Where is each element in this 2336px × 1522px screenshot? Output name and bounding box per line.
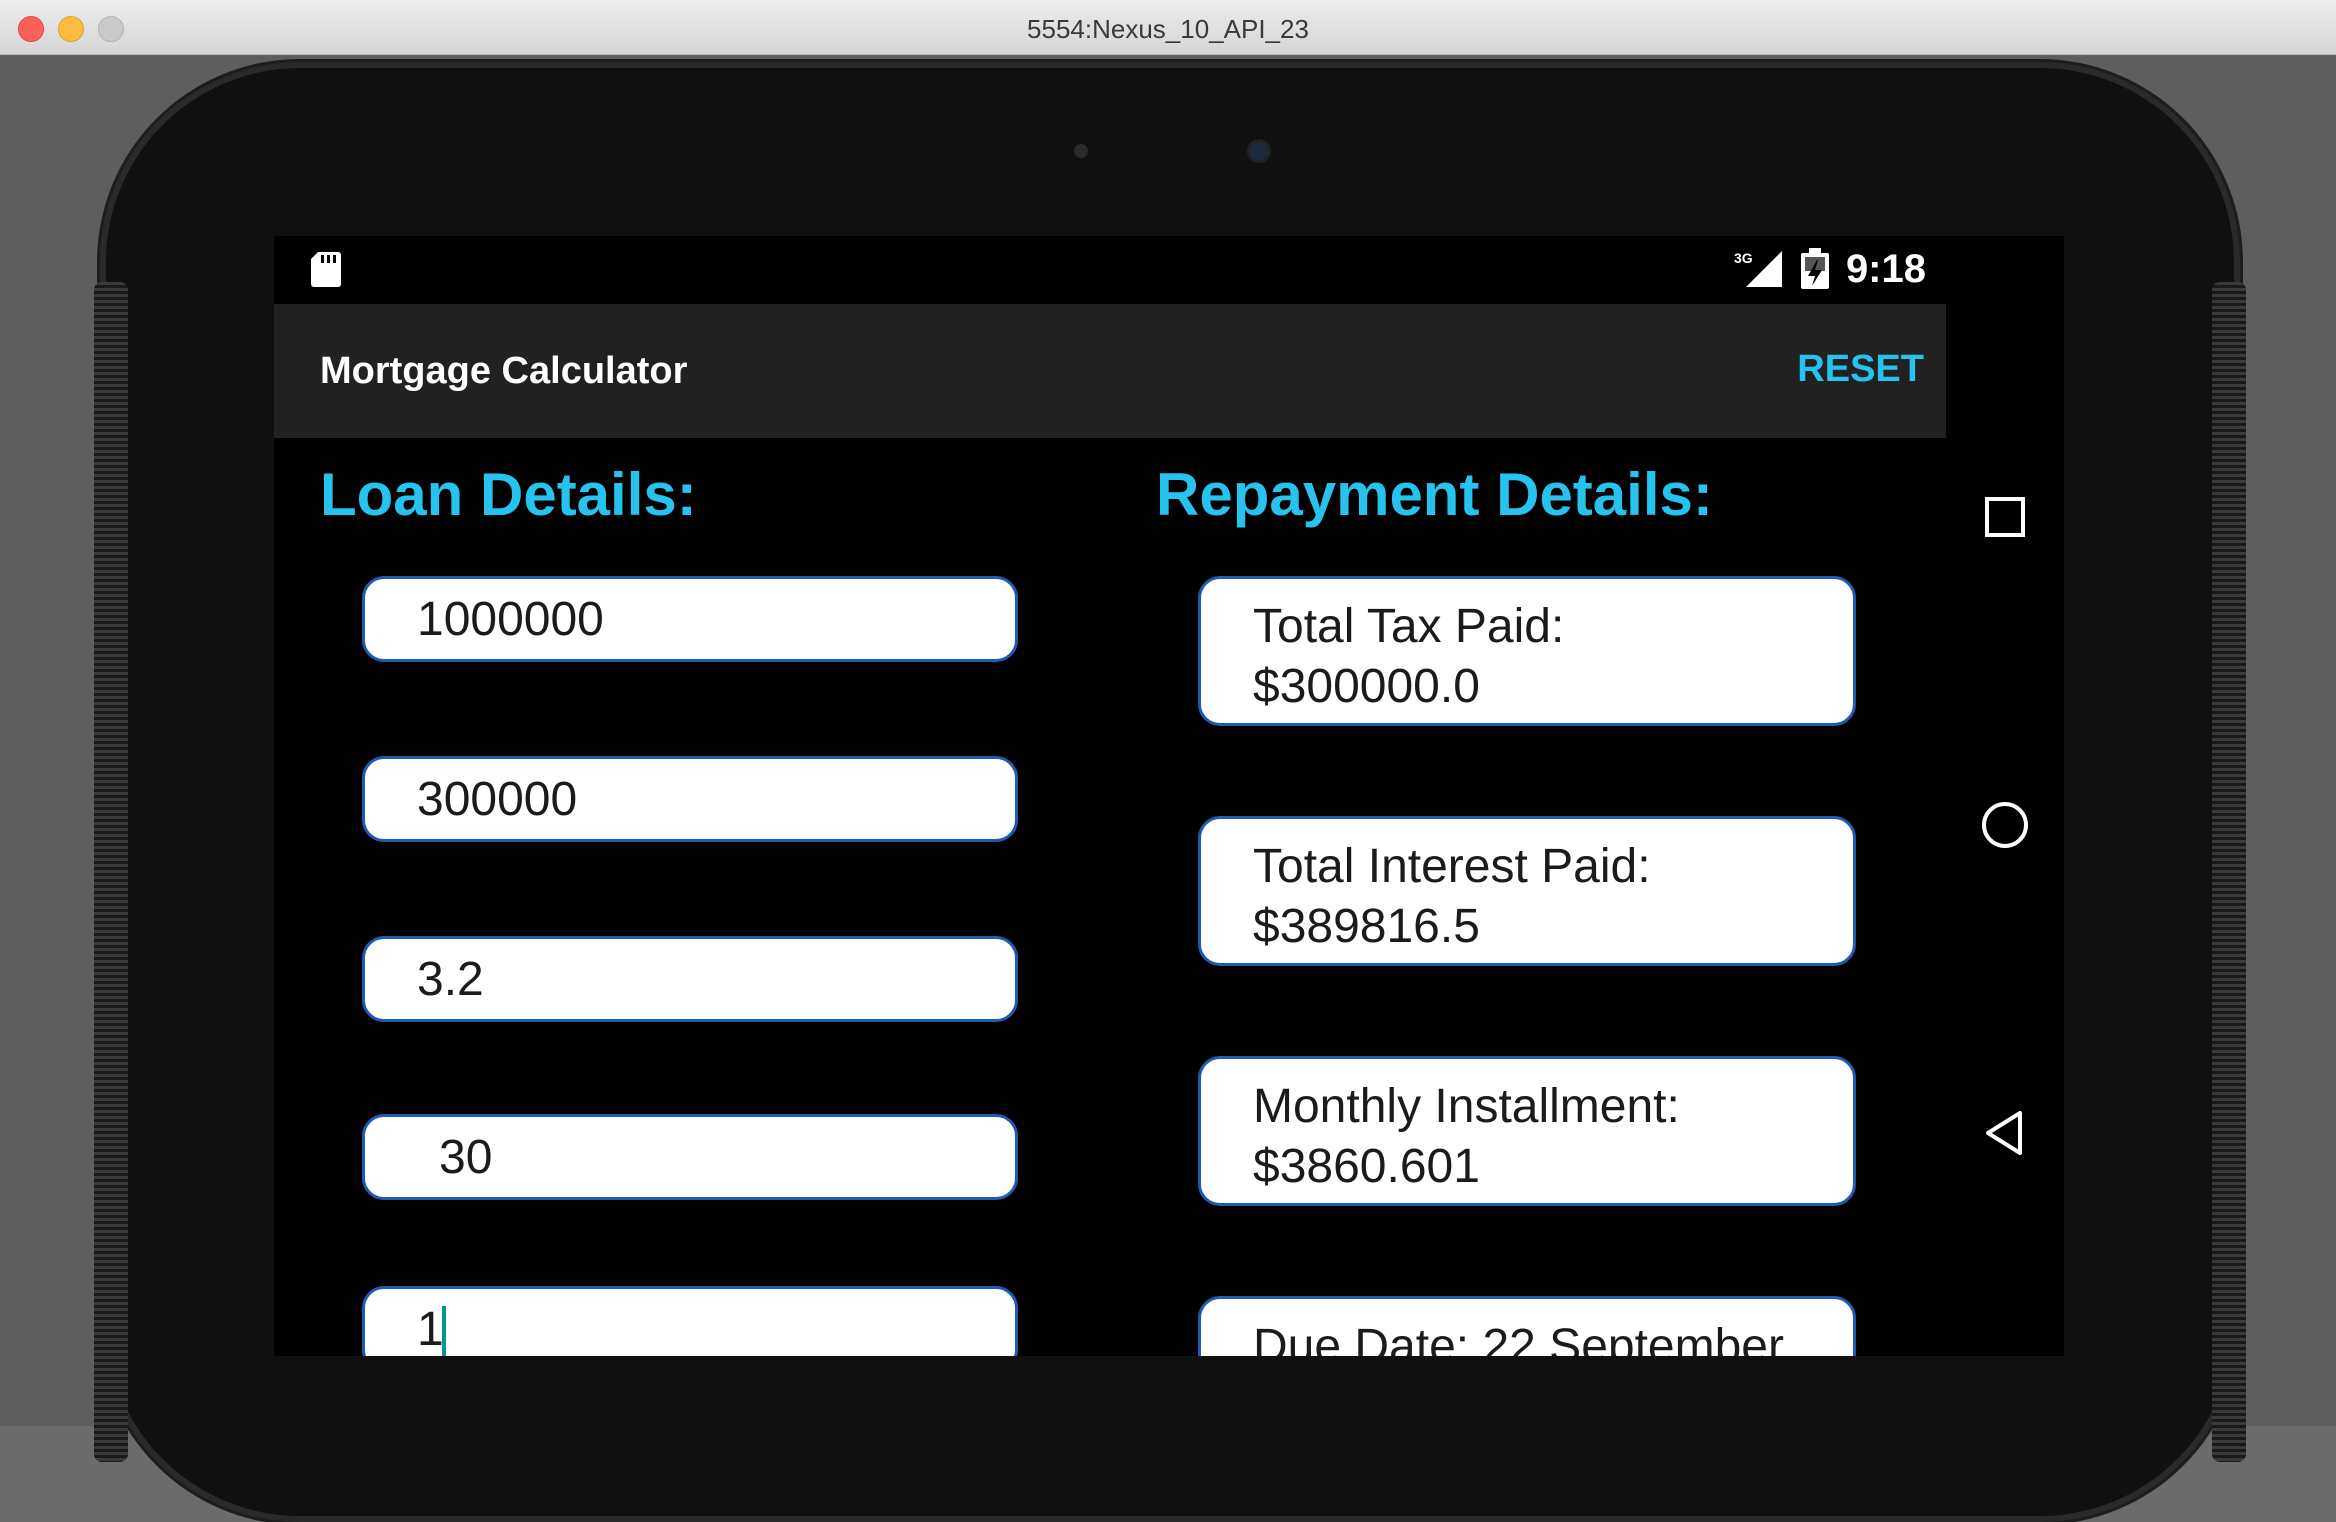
result-value: $300000.0 bbox=[1253, 660, 1480, 713]
status-icons: 3G 9:18 bbox=[1734, 246, 1926, 292]
text-cursor bbox=[442, 1306, 446, 1356]
monthly-installment-result: Monthly Installment: $3860.601 bbox=[1198, 1056, 1856, 1206]
loan-term-input[interactable] bbox=[362, 1114, 1018, 1200]
recents-button[interactable] bbox=[1980, 492, 2030, 542]
front-camera bbox=[1250, 142, 1268, 160]
loan-details-heading: Loan Details: bbox=[320, 461, 697, 528]
interest-rate-input[interactable] bbox=[362, 936, 1018, 1022]
home-circle-icon bbox=[1982, 802, 2028, 848]
app-action-bar: Mortgage Calculator RESET bbox=[274, 304, 1946, 438]
light-sensor bbox=[1074, 144, 1088, 158]
total-tax-result: Total Tax Paid: $300000.0 bbox=[1198, 576, 1856, 726]
sd-card-icon bbox=[311, 252, 341, 287]
result-label: Total Interest Paid: bbox=[1253, 840, 1651, 893]
reset-button[interactable]: RESET bbox=[1797, 348, 1924, 391]
battery-charging-icon bbox=[1800, 248, 1829, 289]
repayment-details-heading: Repayment Details: bbox=[1156, 461, 1713, 528]
result-label: Monthly Installment: bbox=[1253, 1080, 1680, 1133]
start-month-input[interactable] bbox=[362, 1286, 1018, 1356]
app-title: Mortgage Calculator bbox=[320, 350, 688, 392]
due-date-result: Due Date: 22 September bbox=[1198, 1296, 1856, 1356]
calculator-content: Loan Details: Repayment Details: Total T… bbox=[274, 438, 1946, 1356]
status-clock: 9:18 bbox=[1845, 246, 1926, 291]
window-titlebar: 5554:Nexus_10_API_23 bbox=[0, 0, 2336, 55]
emulator-window: 5554:Nexus_10_API_23 3G 9:18 Mortgage Ca… bbox=[0, 0, 2336, 1522]
result-value: $389816.5 bbox=[1253, 900, 1480, 953]
signal-3g-icon: 3G bbox=[1734, 250, 1782, 287]
speaker-grille-left bbox=[94, 282, 128, 1462]
device-screen: 3G 9:18 Mortgage Calculator RESET Loan D… bbox=[274, 236, 2064, 1356]
down-payment-input[interactable] bbox=[362, 756, 1018, 842]
loan-amount-input[interactable] bbox=[362, 576, 1018, 662]
network-type-label: 3G bbox=[1734, 250, 1753, 266]
status-bar: 3G 9:18 bbox=[274, 236, 2064, 302]
result-label: Due Date: 22 September bbox=[1253, 1320, 1784, 1356]
total-interest-result: Total Interest Paid: $389816.5 bbox=[1198, 816, 1856, 966]
result-label: Total Tax Paid: bbox=[1253, 600, 1565, 653]
recents-square-icon bbox=[1985, 497, 2025, 537]
system-navigation-bar bbox=[1946, 304, 2064, 1356]
speaker-grille-right bbox=[2212, 282, 2246, 1462]
back-button[interactable] bbox=[1980, 1108, 2030, 1158]
back-triangle-icon bbox=[1986, 1111, 2022, 1155]
window-title: 5554:Nexus_10_API_23 bbox=[1027, 14, 1309, 44]
result-value: $3860.601 bbox=[1253, 1140, 1480, 1193]
home-button[interactable] bbox=[1980, 800, 2030, 850]
